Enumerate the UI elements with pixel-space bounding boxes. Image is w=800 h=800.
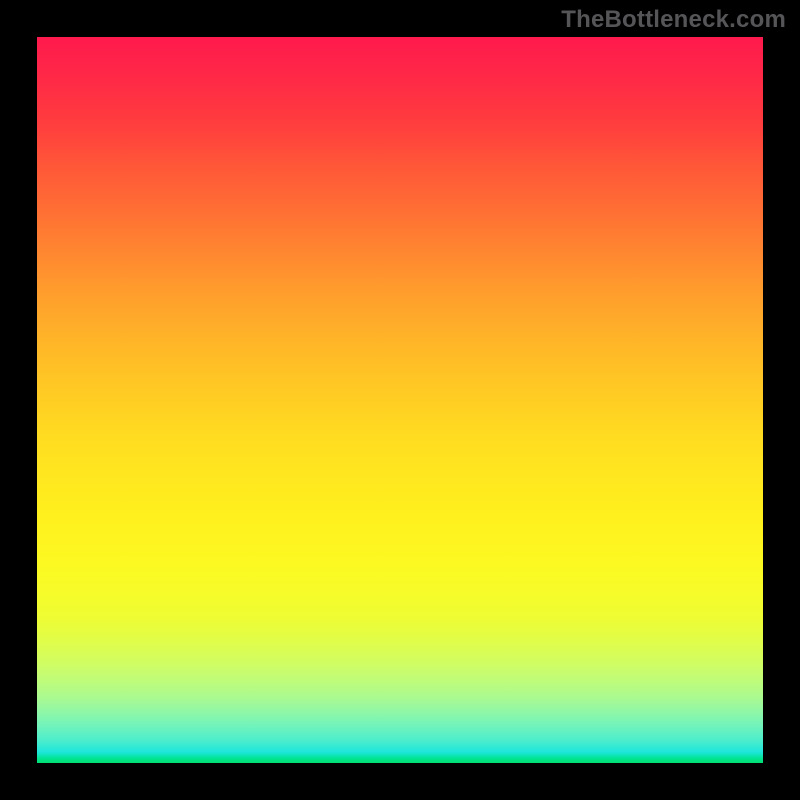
plot-area [37,37,763,763]
chart-frame: TheBottleneck.com [0,0,800,800]
background-gradient [37,37,763,763]
watermark-text: TheBottleneck.com [561,6,786,34]
